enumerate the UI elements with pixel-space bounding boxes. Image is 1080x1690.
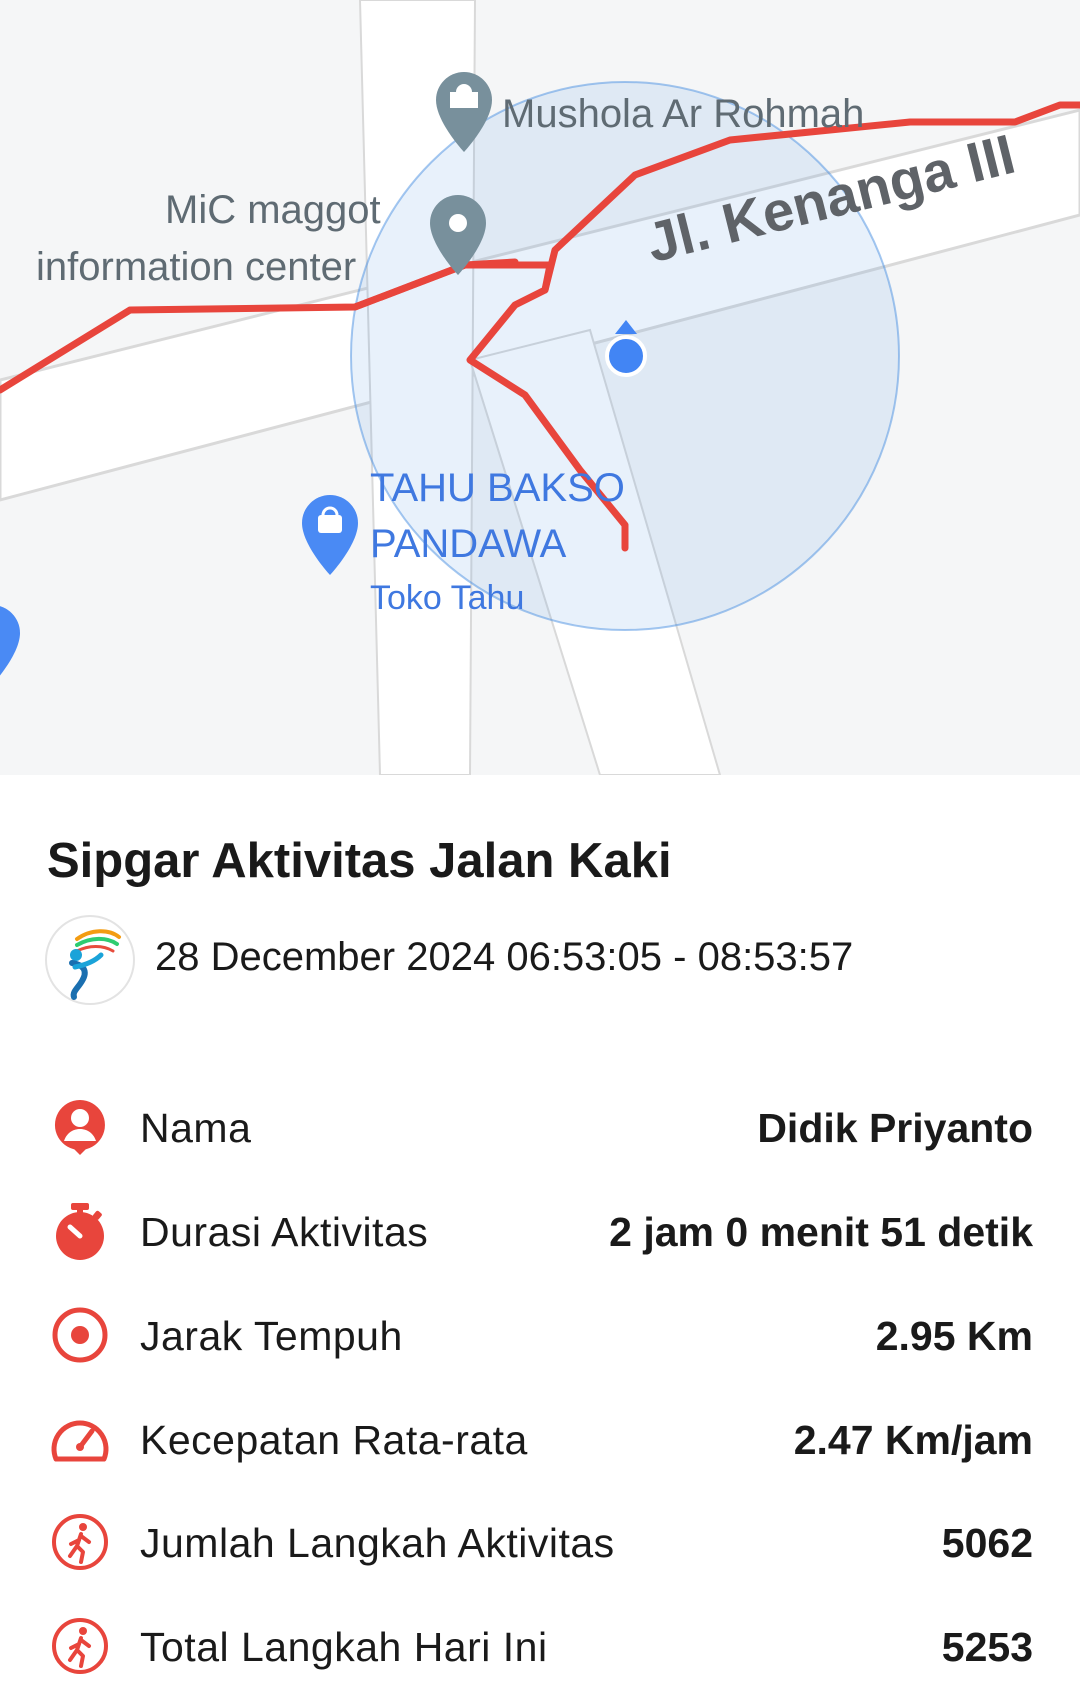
stat-label: Jarak Tempuh (140, 1313, 403, 1359)
stat-label: Durasi Aktivitas (140, 1209, 429, 1255)
stat-row-activity-steps: Jumlah Langkah Aktivitas 5062 (0, 1504, 1080, 1584)
poi-tahu-subtitle[interactable]: Toko Tahu (370, 576, 524, 620)
poi-mic-label-line2[interactable]: information center (36, 245, 356, 289)
activity-title: Sipgar Aktivitas Jalan Kaki (47, 834, 672, 888)
poi-mushola-label[interactable]: Mushola Ar Rohmah (502, 92, 864, 136)
poi-tahu-label-line1[interactable]: TAHU BAKSO (370, 466, 625, 510)
edge-pin-icon[interactable] (0, 605, 20, 685)
stat-row-speed: Kecepatan Rata-rata 2.47 Km/jam (0, 1401, 1080, 1481)
stat-value: 5253 (941, 1624, 1033, 1670)
stat-row-distance: Jarak Tempuh 2.95 Km (0, 1297, 1080, 1377)
stat-label: Jumlah Langkah Aktivitas (140, 1520, 615, 1566)
walking-icon (50, 1512, 110, 1572)
poi-tahu-label-line2[interactable]: PANDAWA (370, 522, 566, 566)
shop-pin-icon[interactable] (302, 495, 358, 575)
stat-label: Total Langkah Hari Ini (140, 1624, 548, 1670)
stopwatch-icon (50, 1201, 110, 1261)
activity-panel: Sipgar Aktivitas Jalan Kaki 28 December … (0, 775, 1080, 1690)
poi-mic-label-line1[interactable]: MiC maggot (165, 188, 381, 232)
map-view[interactable]: Mushola Ar Rohmah MiC maggot information… (0, 0, 1080, 775)
speedometer-icon (50, 1409, 110, 1469)
activity-datetime: 28 December 2024 06:53:05 - 08:53:57 (155, 935, 854, 979)
target-icon (50, 1305, 110, 1365)
stat-row-duration: Durasi Aktivitas 2 jam 0 menit 51 detik (0, 1193, 1080, 1273)
stat-value: 2 jam 0 menit 51 detik (609, 1209, 1033, 1255)
stat-value: 5062 (941, 1520, 1033, 1566)
person-icon (50, 1097, 110, 1157)
stat-row-total-steps: Total Langkah Hari Ini 5253 (0, 1608, 1080, 1688)
stat-value: 2.95 Km (875, 1313, 1033, 1359)
runner-logo-icon (45, 915, 135, 1005)
stat-value: 2.47 Km/jam (793, 1417, 1033, 1463)
stat-row-name: Nama Didik Priyanto (0, 1089, 1080, 1169)
walking-icon (50, 1616, 110, 1676)
stat-label: Nama (140, 1105, 252, 1151)
stat-label: Kecepatan Rata-rata (140, 1417, 528, 1463)
stat-value: Didik Priyanto (757, 1105, 1033, 1151)
